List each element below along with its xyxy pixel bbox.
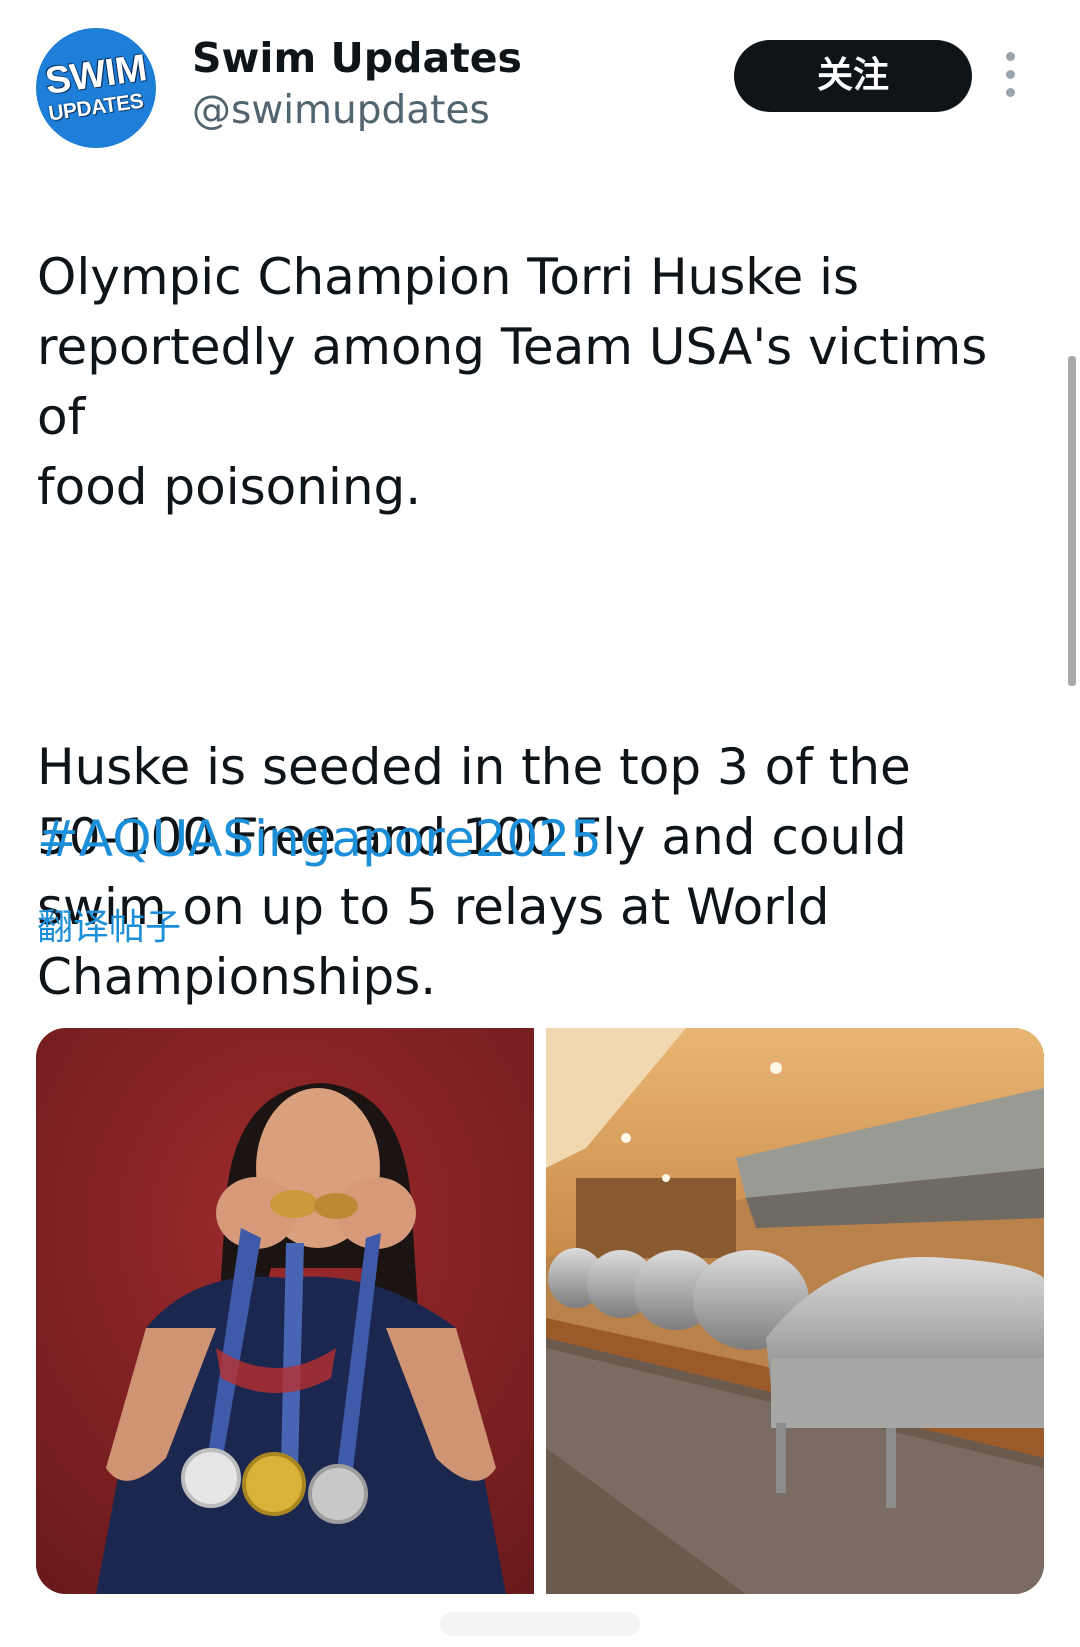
hashtag-link[interactable]: #AQUASingapore2025 (37, 804, 602, 874)
account-name[interactable]: Swim Updates (192, 34, 522, 82)
page-scrollbar[interactable] (1068, 356, 1076, 686)
watermark (440, 1612, 640, 1636)
media-grid (36, 1028, 1044, 1594)
more-vertical-icon[interactable] (1002, 52, 1018, 100)
post-paragraph-1: Olympic Champion Torri Huske is reported… (37, 248, 988, 516)
media-photo-athlete[interactable] (36, 1028, 534, 1594)
buffet-illustration (546, 1028, 1044, 1594)
post-text: Olympic Champion Torri Huske is reported… (37, 172, 1047, 1082)
follow-button[interactable]: 关注 (734, 40, 972, 112)
athlete-illustration (36, 1028, 534, 1594)
account-avatar[interactable]: SWIM UPDATES (36, 28, 156, 148)
media-photo-buffet[interactable] (546, 1028, 1044, 1594)
account-handle[interactable]: @swimupdates (192, 88, 490, 133)
translate-post-link[interactable]: 翻译帖子 (37, 898, 181, 950)
